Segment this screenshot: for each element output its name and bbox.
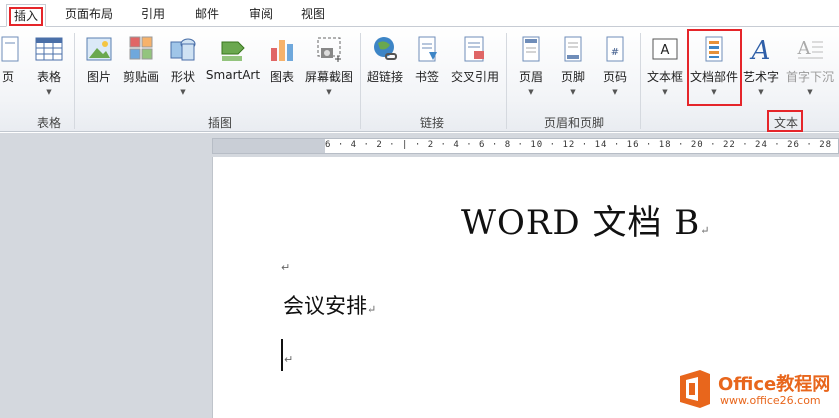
- tab-mailings[interactable]: 邮件: [186, 4, 228, 27]
- empty-paragraph-mark: ↵: [281, 261, 291, 274]
- page-icon: [0, 34, 22, 64]
- wordart-button[interactable]: A 艺术字 ▼: [741, 34, 781, 96]
- group-separator: [360, 33, 361, 129]
- globe-link-icon: [370, 34, 400, 64]
- wordart-icon: A: [746, 34, 776, 66]
- svg-text:A: A: [750, 36, 771, 64]
- tab-insert[interactable]: 插入: [6, 4, 46, 27]
- cursor-paragraph-mark: ↵: [284, 353, 294, 366]
- bar-chart-icon: [267, 34, 297, 64]
- document-title: WORD 文档 B↵: [461, 203, 711, 243]
- drop-cap-button[interactable]: A 首字下沉 ▼: [784, 34, 836, 96]
- cross-reference-button[interactable]: 交叉引用: [448, 34, 502, 85]
- page-button-partial[interactable]: 页: [0, 34, 19, 85]
- text-group-highlight: [767, 110, 803, 132]
- tab-review[interactable]: 审阅: [240, 4, 282, 27]
- clipart-icon: [126, 34, 156, 64]
- ruler-margin: [213, 139, 325, 153]
- watermark-brand: Office教程网: [718, 374, 831, 395]
- hyperlink-button[interactable]: 超链接: [364, 34, 406, 85]
- horizontal-ruler[interactable]: 6 · 4 · 2 · | · 2 · 4 · 6 · 8 · 10 · 12 …: [212, 138, 839, 154]
- tab-view[interactable]: 视图: [292, 4, 334, 27]
- table-icon: [34, 34, 64, 64]
- picture-icon: [84, 34, 114, 64]
- screenshot-icon: [314, 34, 344, 64]
- clipart-button[interactable]: 剪贴画: [121, 34, 161, 85]
- tab-page-layout[interactable]: 页面布局: [58, 4, 120, 27]
- office-logo-icon: [680, 370, 710, 408]
- document-heading: 会议安排↵: [283, 294, 377, 318]
- group-separator: [640, 33, 641, 129]
- page-number-button[interactable]: # 页码 ▼: [598, 34, 632, 96]
- textbox-icon: A: [650, 34, 680, 64]
- group-label-links: 链接: [419, 116, 444, 130]
- footer-button[interactable]: 页脚 ▼: [556, 34, 590, 96]
- header-button[interactable]: 页眉 ▼: [514, 34, 548, 96]
- table-button[interactable]: 表格 ▼: [32, 34, 66, 96]
- textbox-button[interactable]: A 文本框 ▼: [645, 34, 685, 96]
- group-label-illustrations: 插图: [207, 116, 232, 130]
- group-label-header-footer: 页眉和页脚: [543, 116, 604, 130]
- shapes-button[interactable]: 形状 ▼: [166, 34, 200, 96]
- chart-button[interactable]: 图表: [266, 34, 298, 85]
- svg-text:A: A: [797, 38, 812, 59]
- cross-reference-icon: [460, 34, 490, 64]
- footer-icon: [558, 34, 588, 64]
- ruler-ticks: 6 · 4 · 2 · | · 2 · 4 · 6 · 8 · 10 · 12 …: [325, 140, 839, 150]
- group-label-tables: 表格: [36, 116, 61, 130]
- group-separator: [506, 33, 507, 129]
- drop-cap-icon: A: [795, 34, 825, 64]
- screenshot-button[interactable]: 屏幕截图 ▼: [302, 34, 356, 96]
- watermark-url: www.office26.com: [720, 394, 821, 407]
- ribbon-tab-bar: 插入 页面布局 引用 邮件 审阅 视图: [0, 0, 839, 27]
- svg-text:A: A: [661, 43, 670, 58]
- quick-parts-highlight: [687, 29, 742, 106]
- header-icon: [516, 34, 546, 64]
- svg-text:#: #: [611, 47, 619, 58]
- text-cursor: [281, 339, 283, 371]
- bookmark-button[interactable]: 书签: [410, 34, 444, 85]
- bookmark-icon: [412, 34, 442, 64]
- shapes-icon: [168, 34, 198, 64]
- picture-button[interactable]: 图片: [82, 34, 116, 85]
- group-separator: [74, 33, 75, 129]
- smartart-icon: [218, 34, 248, 64]
- tab-references[interactable]: 引用: [132, 4, 174, 27]
- smartart-button[interactable]: SmartArt: [204, 34, 262, 82]
- watermark: Office教程网 www.office26.com: [676, 366, 836, 414]
- page-number-icon: #: [600, 34, 630, 64]
